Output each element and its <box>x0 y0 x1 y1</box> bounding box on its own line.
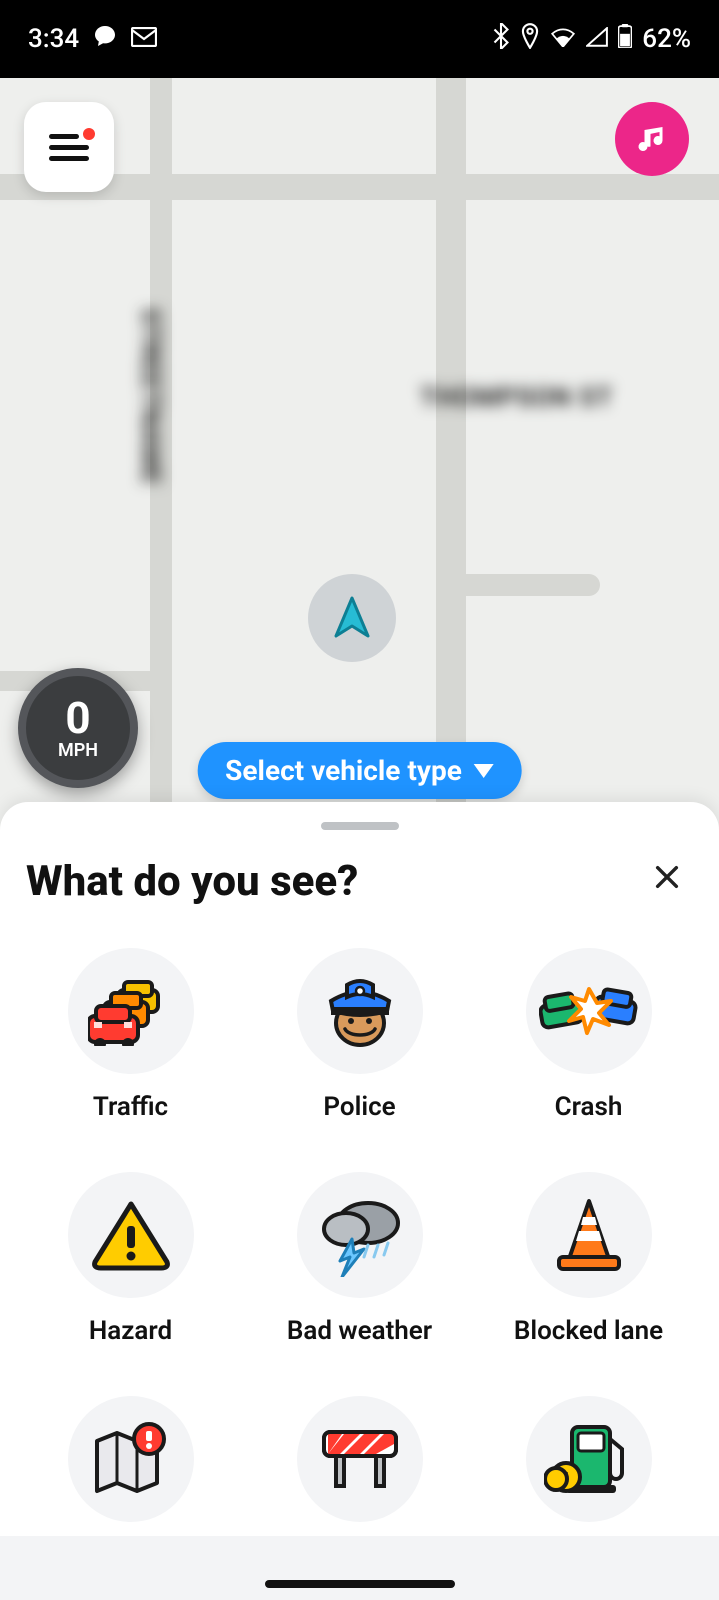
report-hazard[interactable]: Hazard <box>26 1172 235 1346</box>
speed-unit: MPH <box>58 740 98 761</box>
bluetooth-icon <box>492 23 510 56</box>
battery-percent: 62% <box>642 24 691 54</box>
chevron-down-icon <box>474 764 494 778</box>
speedometer[interactable]: 0 MPH <box>18 668 138 788</box>
drag-handle[interactable] <box>321 822 399 830</box>
hamburger-icon <box>49 134 89 160</box>
music-button[interactable] <box>615 102 689 176</box>
report-label: Police <box>323 1092 395 1122</box>
close-icon <box>651 861 683 893</box>
select-vehicle-button[interactable]: Select vehicle type <box>197 742 522 799</box>
music-icon <box>634 121 670 157</box>
sheet-title: What do you see? <box>26 857 358 906</box>
chat-icon <box>93 24 117 55</box>
wifi-icon <box>550 24 576 54</box>
close-button[interactable] <box>641 854 693 908</box>
closure-icon <box>318 1424 402 1494</box>
gas-icon: 1 <box>544 1419 634 1499</box>
report-label: Traffic <box>93 1092 168 1122</box>
speed-value: 0 <box>65 696 90 740</box>
arrow-icon <box>332 596 372 640</box>
cone-icon <box>551 1195 627 1275</box>
location-icon <box>520 23 540 56</box>
current-location-marker[interactable] <box>308 574 396 662</box>
map-issue-icon <box>89 1421 173 1497</box>
cell-icon <box>586 24 608 54</box>
menu-button[interactable] <box>24 102 114 192</box>
police-icon <box>317 971 403 1051</box>
report-sheet: What do you see? Traffic <box>0 802 719 1600</box>
street-label: STREETNAME <box>135 308 165 485</box>
gesture-handle[interactable] <box>265 1580 455 1588</box>
map-canvas[interactable]: STREETNAME THOMPSON ST 0 MPH Select vehi… <box>0 78 719 808</box>
report-police[interactable]: Police <box>255 948 464 1122</box>
report-blocked-lane[interactable]: Blocked lane <box>484 1172 693 1346</box>
notification-dot-icon <box>83 128 95 140</box>
gmail-icon <box>131 24 157 54</box>
report-weather[interactable]: Bad weather <box>255 1172 464 1346</box>
weather-icon <box>312 1193 408 1277</box>
vehicle-label: Select vehicle type <box>225 754 462 787</box>
status-time: 3:34 <box>28 24 79 54</box>
battery-icon <box>618 24 632 55</box>
report-traffic[interactable]: Traffic <box>26 948 235 1122</box>
report-label: Crash <box>555 1092 623 1122</box>
report-crash[interactable]: Crash <box>484 948 693 1122</box>
crash-icon <box>539 979 639 1043</box>
report-label: Bad weather <box>287 1316 432 1346</box>
report-label: Hazard <box>89 1316 172 1346</box>
traffic-icon <box>88 976 174 1046</box>
street-label: THOMPSON ST <box>420 383 613 413</box>
report-label: Blocked lane <box>514 1316 663 1346</box>
status-bar: 3:34 62% <box>0 0 719 78</box>
hazard-icon <box>89 1198 173 1272</box>
nav-bar <box>0 1536 719 1600</box>
